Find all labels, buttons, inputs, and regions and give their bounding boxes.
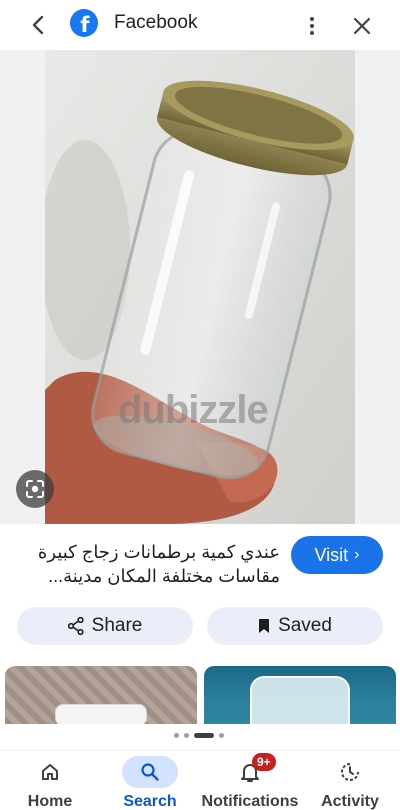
bookmark-icon <box>259 619 270 633</box>
close-button[interactable] <box>350 14 374 38</box>
facebook-logo-icon: f <box>70 9 98 37</box>
result-description[interactable]: عندي كمية برطمانات زجاج كبيرة مقاسات مخت… <box>20 540 280 588</box>
product-photo[interactable]: dubizzle <box>45 50 355 524</box>
image-viewer: dubizzle <box>0 50 400 524</box>
nav-notifications[interactable]: 9+ Notifications <box>200 751 300 810</box>
saved-label: Saved <box>278 615 332 636</box>
nav-search-label: Search <box>123 793 177 810</box>
related-image-1[interactable] <box>5 666 197 724</box>
nav-activity[interactable]: Activity <box>318 751 382 810</box>
notification-badge: 9+ <box>252 753 276 771</box>
related-image-2[interactable] <box>204 666 396 724</box>
share-button[interactable]: Share <box>17 607 193 645</box>
share-label: Share <box>91 615 143 636</box>
close-icon <box>353 17 371 35</box>
nav-home[interactable]: Home <box>22 751 78 810</box>
back-button[interactable] <box>26 12 50 38</box>
nav-notifications-label: Notifications <box>201 793 299 810</box>
description-line-2: مقاسات مختلفة المكان مدينة... <box>48 566 280 586</box>
home-icon <box>42 764 58 780</box>
bottom-navigation: Home Search 9+ Notifications Activity <box>0 750 400 810</box>
visit-button[interactable]: Visit › <box>291 536 383 574</box>
nav-activity-label: Activity <box>321 793 379 810</box>
saved-button[interactable]: Saved <box>207 607 383 645</box>
chevron-right-icon: › <box>354 546 360 563</box>
search-icon <box>141 763 159 781</box>
glass-jar-image <box>45 50 355 524</box>
share-icon <box>67 617 84 635</box>
activity-icon <box>341 763 359 781</box>
lens-search-button[interactable] <box>16 470 54 508</box>
jar-shape <box>250 676 350 724</box>
visit-label: Visit <box>314 544 349 565</box>
chevron-left-icon <box>32 15 44 35</box>
jar-lid-shape <box>55 704 147 724</box>
description-line-1: عندي كمية برطمانات زجاج كبيرة <box>37 542 280 562</box>
more-options-button[interactable] <box>302 14 322 38</box>
scroll-indicator <box>174 733 224 738</box>
top-bar: f Facebook <box>0 0 400 50</box>
lens-icon <box>26 480 44 498</box>
page-title: Facebook <box>114 12 198 33</box>
nav-home-label: Home <box>27 793 73 810</box>
nav-search[interactable]: Search <box>121 751 179 810</box>
dubizzle-watermark: dubizzle <box>118 388 269 432</box>
